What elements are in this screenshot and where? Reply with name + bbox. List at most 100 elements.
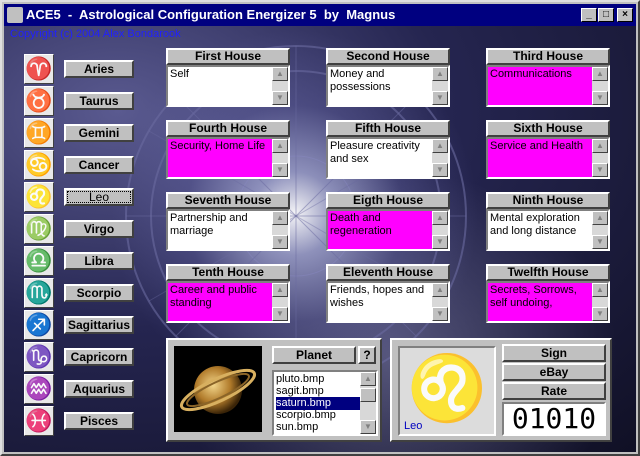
virgo-icon: ♍ xyxy=(24,214,54,244)
app-icon[interactable] xyxy=(7,7,23,23)
fifth-house-scrollbar[interactable]: ▲ ▼ xyxy=(432,139,448,177)
fifth-house-textbox[interactable]: Pleasure creativity and sex ▲ ▼ xyxy=(326,137,450,179)
maximize-button[interactable]: □ xyxy=(598,8,614,22)
pisces-icon: ♓ xyxy=(24,406,54,436)
tenth-house-scrollbar[interactable]: ▲ ▼ xyxy=(272,283,288,321)
tenth-house-textbox[interactable]: Career and public standing ▲ ▼ xyxy=(166,281,290,323)
scroll-up-arrow-icon[interactable]: ▲ xyxy=(592,67,608,81)
scroll-up-arrow-icon[interactable]: ▲ xyxy=(432,139,448,153)
scroll-down-arrow-icon[interactable]: ▼ xyxy=(272,307,288,321)
twelfth-house-scrollbar[interactable]: ▲ ▼ xyxy=(592,283,608,321)
scroll-up-arrow-icon[interactable]: ▲ xyxy=(432,211,448,225)
sign-panel: ♌ Leo Sign eBay Rate 01010 xyxy=(390,338,612,442)
eleventh-house-button[interactable]: Eleventh House xyxy=(326,264,450,281)
ninth-house-scrollbar[interactable]: ▲ ▼ xyxy=(592,211,608,249)
sign-button-sagittarius[interactable]: Sagittarius xyxy=(64,316,134,334)
scroll-up-arrow-icon[interactable]: ▲ xyxy=(360,372,376,386)
fourth-house-button[interactable]: Fourth House xyxy=(166,120,290,137)
eigth-house-scrollbar[interactable]: ▲ ▼ xyxy=(432,211,448,249)
eleventh-house-textbox[interactable]: Friends, hopes and wishes ▲ ▼ xyxy=(326,281,450,323)
third-house-button[interactable]: Third House xyxy=(486,48,610,65)
sign-button-gemini[interactable]: Gemini xyxy=(64,124,134,142)
tenth-house-text: Career and public standing xyxy=(170,284,257,309)
sign-button-scorpio[interactable]: Scorpio xyxy=(64,284,134,302)
ninth-house-textbox[interactable]: Mental exploration and long distance ▲ ▼ xyxy=(486,209,610,251)
sign-button-virgo[interactable]: Virgo xyxy=(64,220,134,238)
scroll-down-arrow-icon[interactable]: ▼ xyxy=(360,420,376,434)
sign-button-pisces[interactable]: Pisces xyxy=(64,412,134,430)
eigth-house-button[interactable]: Eigth House xyxy=(326,192,450,209)
rate-button[interactable]: Rate xyxy=(502,382,606,400)
sign-button-cancer[interactable]: Cancer xyxy=(64,156,134,174)
scroll-down-arrow-icon[interactable]: ▼ xyxy=(432,235,448,249)
scroll-up-arrow-icon[interactable]: ▲ xyxy=(592,139,608,153)
scroll-down-arrow-icon[interactable]: ▼ xyxy=(272,163,288,177)
scroll-up-arrow-icon[interactable]: ▲ xyxy=(432,67,448,81)
eleventh-house-scrollbar[interactable]: ▲ ▼ xyxy=(432,283,448,321)
scroll-up-arrow-icon[interactable]: ▲ xyxy=(272,139,288,153)
sign-button-aries[interactable]: Aries xyxy=(64,60,134,78)
second-house-button[interactable]: Second House xyxy=(326,48,450,65)
first-house-textbox[interactable]: Self ▲ ▼ xyxy=(166,65,290,107)
second-house-scrollbar[interactable]: ▲ ▼ xyxy=(432,67,448,105)
ninth-house-text: Mental exploration and long distance xyxy=(490,212,580,237)
sign-button[interactable]: Sign xyxy=(502,344,606,362)
cancer-icon: ♋ xyxy=(24,150,54,180)
eigth-house-textbox[interactable]: Death and regeneration ▲ ▼ xyxy=(326,209,450,251)
scroll-up-arrow-icon[interactable]: ▲ xyxy=(272,211,288,225)
sagittarius-icon: ♐ xyxy=(24,310,54,340)
help-button[interactable]: ? xyxy=(358,346,376,364)
seventh-house-scrollbar[interactable]: ▲ ▼ xyxy=(272,211,288,249)
fourth-house-textbox[interactable]: Security, Home Life ▲ ▼ xyxy=(166,137,290,179)
scroll-down-arrow-icon[interactable]: ▼ xyxy=(592,235,608,249)
sign-button-aquarius[interactable]: Aquarius xyxy=(64,380,134,398)
taurus-icon: ♉ xyxy=(24,86,54,116)
scroll-down-arrow-icon[interactable]: ▼ xyxy=(592,163,608,177)
scroll-down-arrow-icon[interactable]: ▼ xyxy=(272,91,288,105)
sixth-house-button[interactable]: Sixth House xyxy=(486,120,610,137)
minimize-button[interactable]: _ xyxy=(581,8,597,22)
tenth-house-button[interactable]: Tenth House xyxy=(166,264,290,281)
third-house-scrollbar[interactable]: ▲ ▼ xyxy=(592,67,608,105)
scroll-down-arrow-icon[interactable]: ▼ xyxy=(592,91,608,105)
sign-button-libra[interactable]: Libra xyxy=(64,252,134,270)
second-house-textbox[interactable]: Money and possessions ▲ ▼ xyxy=(326,65,450,107)
first-house-scrollbar[interactable]: ▲ ▼ xyxy=(272,67,288,105)
sign-button-leo[interactable]: Leo xyxy=(64,188,134,206)
seventh-house-button[interactable]: Seventh House xyxy=(166,192,290,209)
twelfth-house-button[interactable]: Twelfth House xyxy=(486,264,610,281)
scroll-down-arrow-icon[interactable]: ▼ xyxy=(432,91,448,105)
app-window: ACE5 - Astrological Configuration Energi… xyxy=(0,0,640,456)
seventh-house-textbox[interactable]: Partnership and marriage ▲ ▼ xyxy=(166,209,290,251)
twelfth-house-textbox[interactable]: Secrets, Sorrows, self undoing, ▲ ▼ xyxy=(486,281,610,323)
scroll-down-arrow-icon[interactable]: ▼ xyxy=(592,307,608,321)
planet-listbox[interactable]: pluto.bmp sagit.bmp saturn.bmp scorpio.bmp s… xyxy=(272,370,378,436)
first-house-button[interactable]: First House xyxy=(166,48,290,65)
scroll-up-arrow-icon[interactable]: ▲ xyxy=(272,283,288,297)
sixth-house-scrollbar[interactable]: ▲ ▼ xyxy=(592,139,608,177)
close-button[interactable]: × xyxy=(617,8,633,22)
scroll-up-arrow-icon[interactable]: ▲ xyxy=(592,211,608,225)
main-area: Copyright (c) 2004 Alex Bondarook ♈ Aries… xyxy=(4,26,636,452)
scroll-up-arrow-icon[interactable]: ▲ xyxy=(592,283,608,297)
scroll-down-arrow-icon[interactable]: ▼ xyxy=(432,163,448,177)
ebay-button[interactable]: eBay xyxy=(502,363,606,381)
scroll-down-arrow-icon[interactable]: ▼ xyxy=(272,235,288,249)
sign-button-taurus[interactable]: Taurus xyxy=(64,92,134,110)
sign-button-capricorn[interactable]: Capricorn xyxy=(64,348,134,366)
leo-icon: ♌ xyxy=(24,182,54,212)
sixth-house-textbox[interactable]: Service and Health ▲ ▼ xyxy=(486,137,610,179)
planet-list-item[interactable]: sun.bmp xyxy=(276,421,360,434)
ninth-house-button[interactable]: Ninth House xyxy=(486,192,610,209)
fourth-house-scrollbar[interactable]: ▲ ▼ xyxy=(272,139,288,177)
saturn-image xyxy=(174,346,262,432)
scroll-up-arrow-icon[interactable]: ▲ xyxy=(432,283,448,297)
scroll-thumb[interactable] xyxy=(360,388,376,402)
planet-button[interactable]: Planet xyxy=(272,346,356,364)
scroll-up-arrow-icon[interactable]: ▲ xyxy=(272,67,288,81)
title-bar[interactable]: ACE5 - Astrological Configuration Energi… xyxy=(4,4,636,26)
fifth-house-button[interactable]: Fifth House xyxy=(326,120,450,137)
planet-list-scrollbar[interactable]: ▲ ▼ xyxy=(360,372,376,434)
third-house-textbox[interactable]: Communications ▲ ▼ xyxy=(486,65,610,107)
scroll-down-arrow-icon[interactable]: ▼ xyxy=(432,307,448,321)
